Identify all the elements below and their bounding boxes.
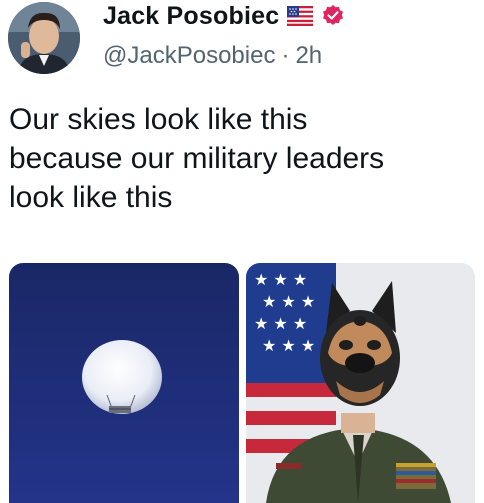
handle[interactable]: @JackPosobiec xyxy=(103,42,275,69)
svg-text:★ ★ ★: ★ ★ ★ xyxy=(254,270,307,289)
verified-badge-icon[interactable] xyxy=(321,4,345,28)
timestamp[interactable]: 2h xyxy=(295,42,322,69)
svg-text:★ ★ ★: ★ ★ ★ xyxy=(262,292,315,311)
officer-mask-photo[interactable]: ★ ★ ★ ★ ★ ★ ★ ★ ★ ★ ★ ★ xyxy=(245,263,475,503)
us-flag-icon xyxy=(287,6,314,26)
display-name[interactable]: Jack Posobiec xyxy=(103,2,279,31)
media-grid: ★ ★ ★ ★ ★ ★ ★ ★ ★ ★ ★ ★ xyxy=(9,263,475,503)
balloon-photo[interactable] xyxy=(9,263,239,503)
tweet-text: Our skies look like this because our mil… xyxy=(9,103,385,214)
separator: · xyxy=(281,42,290,69)
tweet[interactable]: Jack Posobiec @JackPosobiec · 2h Our ski… xyxy=(0,0,484,503)
svg-text:★ ★ ★: ★ ★ ★ xyxy=(262,336,315,355)
handle-row: @JackPosobiec · 2h xyxy=(103,42,322,70)
avatar[interactable] xyxy=(8,2,80,74)
svg-text:★ ★ ★: ★ ★ ★ xyxy=(254,314,307,333)
